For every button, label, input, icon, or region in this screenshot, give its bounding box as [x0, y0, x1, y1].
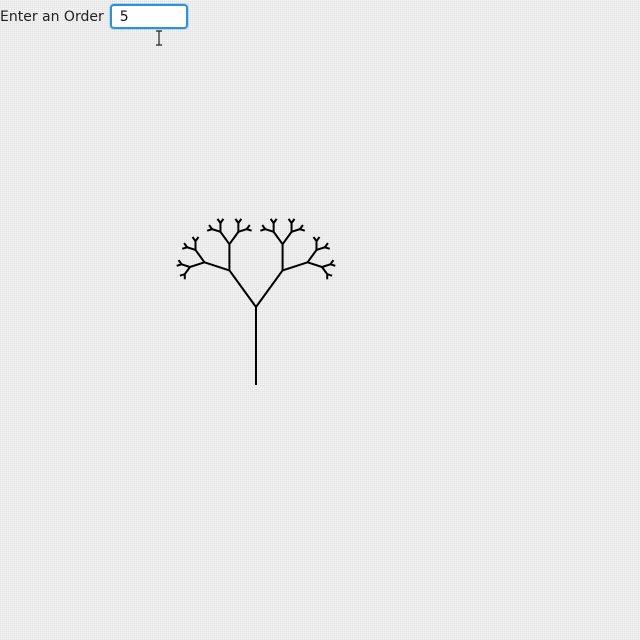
tree-branch: [321, 266, 329, 275]
tree-branch: [272, 218, 278, 224]
tree-branch: [316, 246, 326, 251]
tree-branch: [255, 269, 284, 308]
tree-branch: [183, 242, 188, 248]
tree-branch: [228, 269, 257, 308]
tree-branch: [321, 263, 331, 268]
tree-branch: [204, 261, 230, 272]
tree-branch: [186, 246, 196, 251]
tree-branch: [228, 231, 240, 245]
tree-branch: [194, 249, 206, 263]
tree-branch: [281, 231, 293, 245]
tree-branch: [299, 228, 306, 232]
tree-branch: [330, 263, 336, 267]
fractal-tree-canvas: [176, 218, 336, 385]
tree-branch: [237, 218, 243, 224]
tree-branch: [183, 266, 191, 275]
tree-branch: [194, 236, 200, 242]
tree-branch: [238, 228, 248, 233]
tree-branch: [261, 224, 267, 230]
tree-branch: [291, 228, 301, 233]
tree-branch: [264, 228, 274, 233]
fractal-tree: [176, 218, 336, 385]
tree-branch: [246, 228, 252, 232]
tree-branch: [189, 261, 205, 268]
tree-branch: [177, 259, 183, 265]
tree-branch: [219, 231, 231, 245]
tree-branch: [282, 261, 308, 272]
tree-branch: [324, 246, 331, 250]
tree-branch: [307, 261, 323, 268]
tree-branch: [315, 236, 321, 242]
tree-branch: [208, 224, 213, 230]
tree-branch: [219, 218, 225, 224]
tree-branch: [181, 263, 191, 268]
tree-branch: [211, 228, 221, 233]
tree-branch: [290, 218, 296, 224]
tree-branch: [306, 249, 318, 263]
tree-branch: [272, 231, 284, 245]
